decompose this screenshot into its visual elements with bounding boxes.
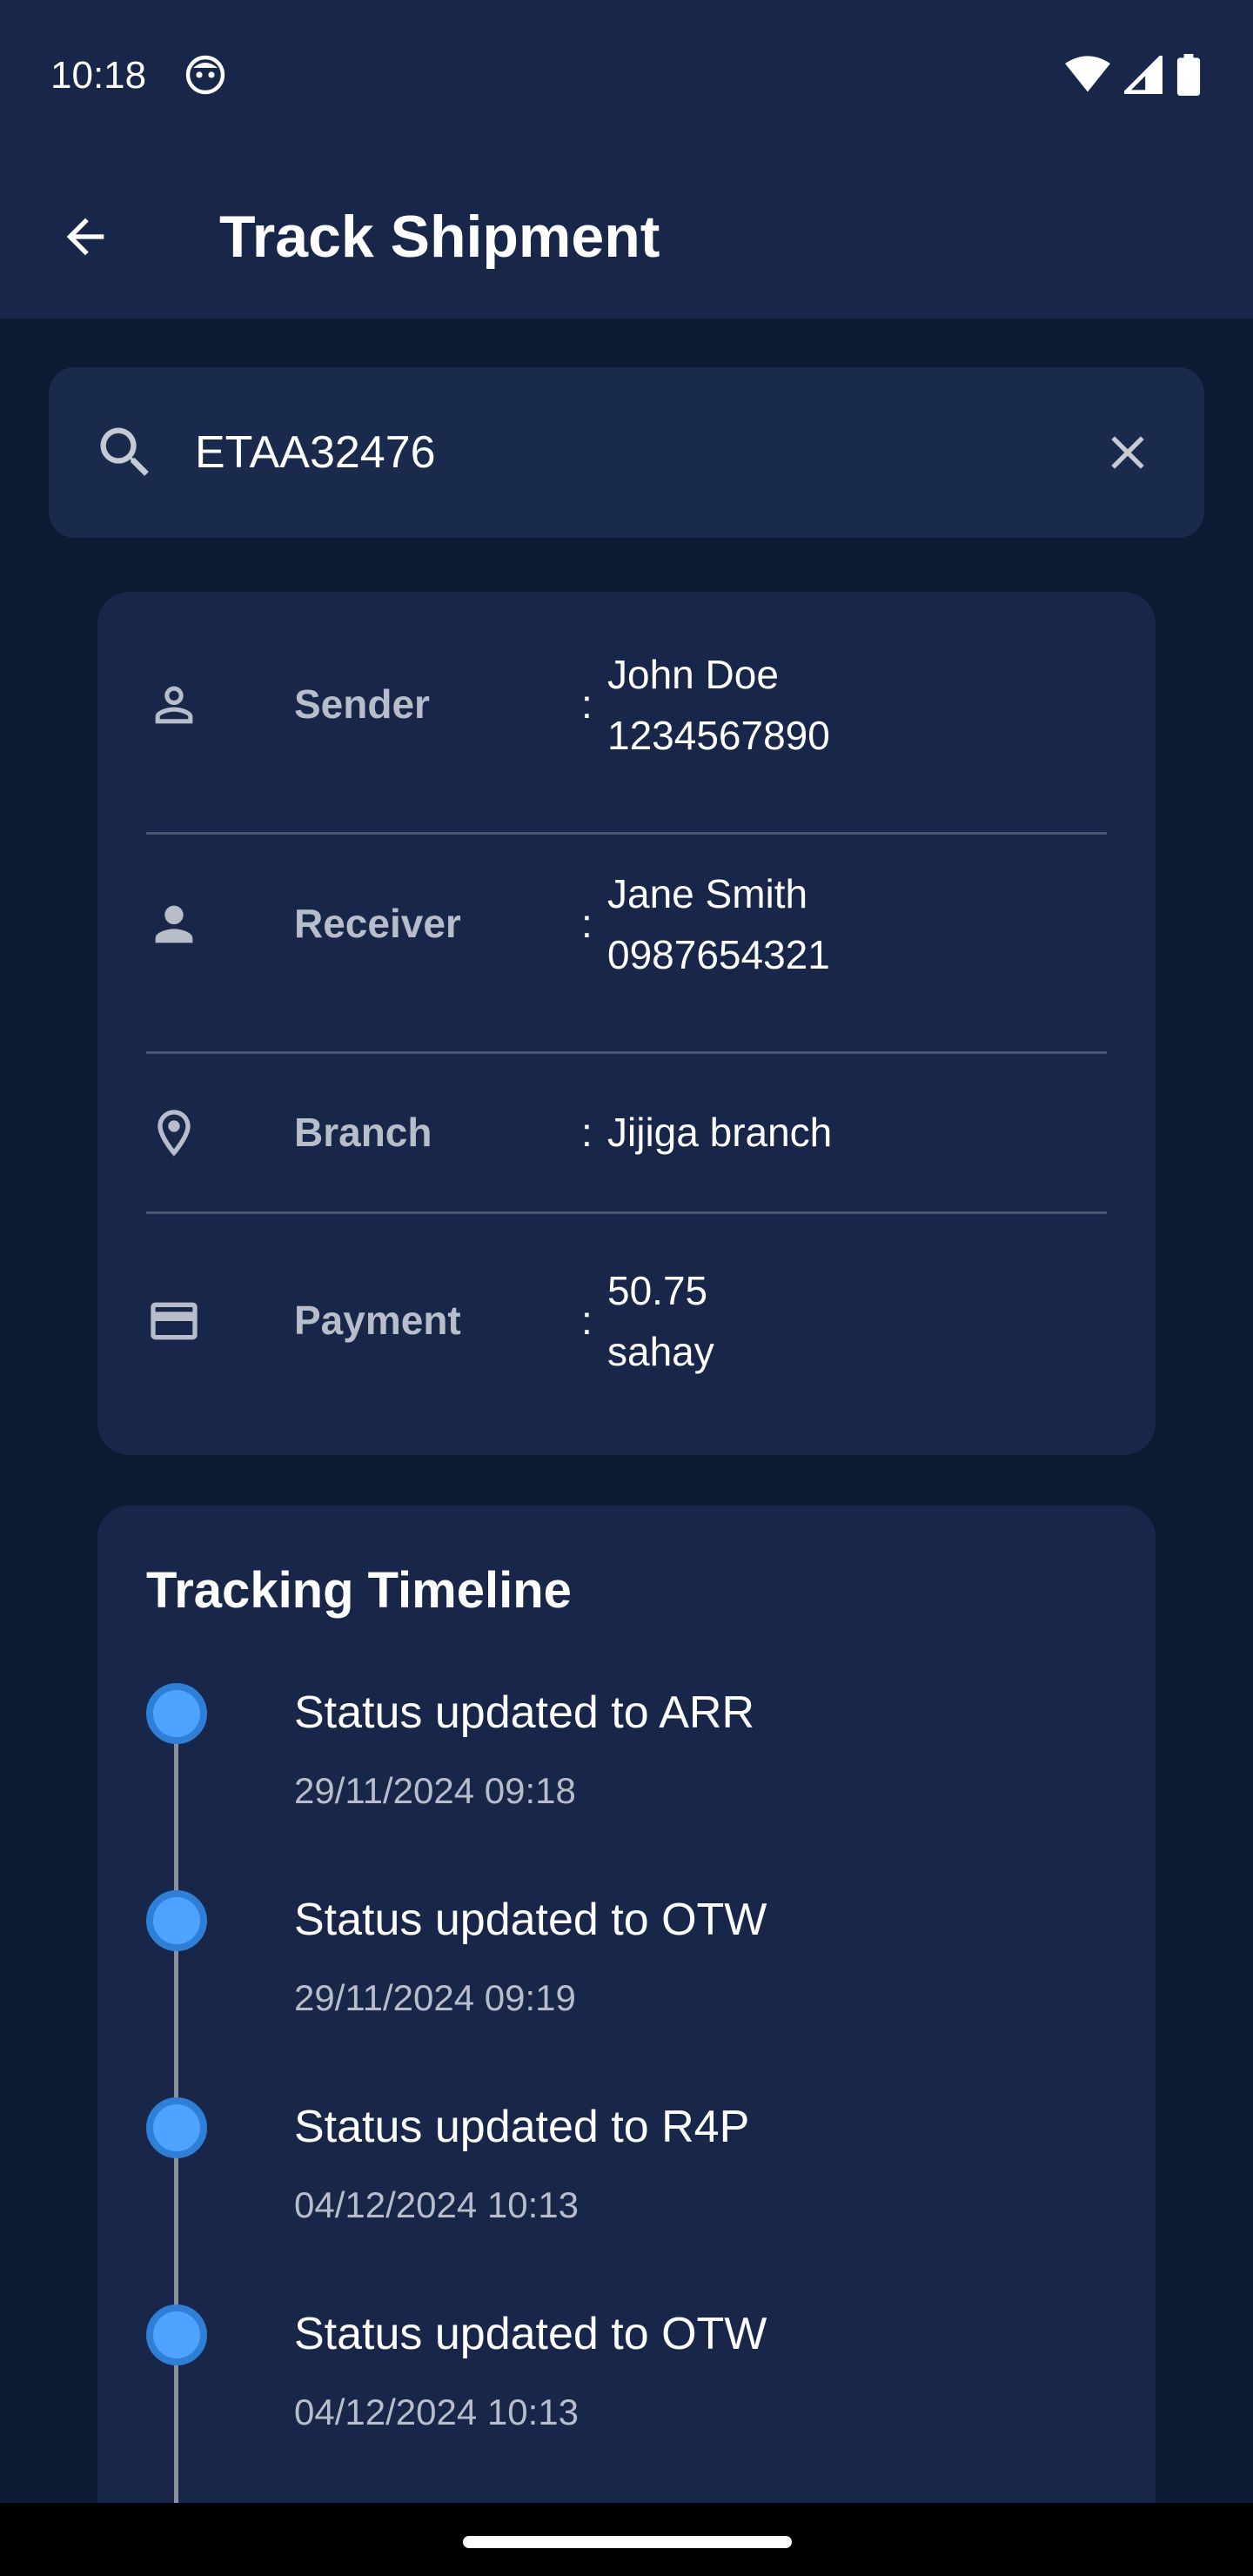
timeline-item: Status updated to ARR 29/11/2024 09:18 xyxy=(146,1683,1103,1857)
search-input[interactable] xyxy=(195,418,1065,487)
notification-face-icon xyxy=(185,55,225,95)
divider xyxy=(146,1051,1107,1054)
search-icon xyxy=(100,427,149,476)
payment-amount: 50.75 xyxy=(607,1268,708,1313)
battery-icon xyxy=(1176,54,1201,96)
branch-value: Jijiga branch xyxy=(607,1110,833,1155)
clear-search-button[interactable] xyxy=(1093,418,1163,487)
sender-label: Sender xyxy=(294,681,430,727)
branch-label: Branch xyxy=(294,1110,432,1155)
sender-name: John Doe xyxy=(607,652,779,697)
close-icon xyxy=(1111,436,1144,469)
search-box[interactable] xyxy=(49,367,1204,538)
shipment-details-card: Sender : John Doe 1234567890 Receiver : … xyxy=(97,592,1156,1455)
app-bar: Track Shipment xyxy=(0,148,1253,319)
navigation-bar xyxy=(0,2503,1253,2576)
timeline-dot-icon xyxy=(146,1683,207,1744)
timeline-status: Status updated to OTW xyxy=(294,2309,767,2359)
timeline-item: Status updated to OTW 04/12/2024 10:13 xyxy=(146,2304,1103,2479)
branch-row: Branch : Jijiga branch xyxy=(146,1102,1107,1171)
screen: 10:18 Track Shipment ETAA32476 Sender: … xyxy=(0,0,1253,2576)
payment-value: 50.75 sahay xyxy=(607,1260,714,1382)
status-bar: 10:18 xyxy=(0,0,1253,148)
payment-label: Payment xyxy=(294,1298,461,1343)
receiver-row: Receiver : Jane Smith 0987654321 xyxy=(146,863,1107,985)
receiver-value: Jane Smith 0987654321 xyxy=(607,863,830,985)
back-button[interactable] xyxy=(50,202,120,272)
timeline-status: Status updated to ARR xyxy=(294,1687,755,1738)
timeline-dot-icon xyxy=(146,2304,207,2365)
timeline-dot-icon xyxy=(146,1890,207,1951)
timeline-time: 29/11/2024 09:18 xyxy=(294,1770,576,1811)
receiver-phone: 0987654321 xyxy=(607,932,830,977)
page-title: Track Shipment xyxy=(219,204,660,270)
wifi-icon xyxy=(1065,56,1110,92)
timeline-time: 29/11/2024 09:19 xyxy=(294,1977,576,2018)
home-indicator[interactable] xyxy=(463,2536,792,2548)
sender-value: John Doe 1234567890 xyxy=(607,644,830,766)
cellular-signal-icon xyxy=(1124,56,1163,94)
timeline-time: 04/12/2024 10:13 xyxy=(294,2184,579,2225)
arrow-back-icon xyxy=(66,218,104,256)
status-time: 10:18 xyxy=(50,54,147,97)
timeline-title: Tracking Timeline xyxy=(146,1562,572,1619)
tracking-timeline-card: Tracking Timeline Status updated to ARR … xyxy=(97,1506,1156,2576)
sender-row: Sender : John Doe 1234567890 xyxy=(146,644,1107,766)
receiver-label: Receiver xyxy=(294,901,461,946)
sender-phone: 1234567890 xyxy=(607,713,830,758)
person-filled-icon xyxy=(155,905,193,943)
status-icons xyxy=(1065,54,1201,96)
colon: : xyxy=(581,681,593,727)
divider xyxy=(146,1211,1107,1214)
person-outline-icon xyxy=(155,686,193,724)
timeline-status: Status updated to OTW xyxy=(294,1895,767,1945)
timeline-item: Status updated to R4P 04/12/2024 10:13 xyxy=(146,2097,1103,2271)
colon: : xyxy=(581,1110,593,1155)
credit-card-icon xyxy=(151,1302,198,1340)
divider xyxy=(146,832,1107,835)
location-pin-icon xyxy=(157,1110,191,1157)
payment-row: Payment : 50.75 sahay xyxy=(146,1260,1107,1382)
timeline-status: Status updated to R4P xyxy=(294,2102,750,2152)
timeline-time: 04/12/2024 10:13 xyxy=(294,2392,579,2432)
colon: : xyxy=(581,1298,593,1343)
receiver-name: Jane Smith xyxy=(607,871,808,916)
timeline-item: Status updated to OTW 29/11/2024 09:19 xyxy=(146,1890,1103,2064)
colon: : xyxy=(581,901,593,946)
timeline-dot-icon xyxy=(146,2097,207,2158)
payment-method: sahay xyxy=(607,1329,714,1374)
